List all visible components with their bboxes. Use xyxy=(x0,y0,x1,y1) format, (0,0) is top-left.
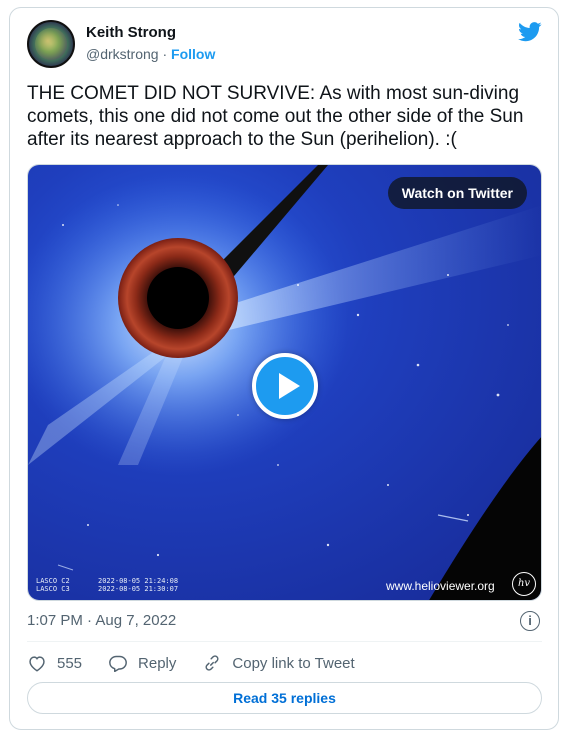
tweet-text: THE COMET DID NOT SURVIVE: As with most … xyxy=(27,83,524,150)
copy-link-label: Copy link to Tweet xyxy=(232,654,355,672)
instrument-label: LASCO C2 LASCO C3 xyxy=(36,577,70,593)
date-line: 2022-08-05 21:30:07 xyxy=(98,585,179,593)
divider xyxy=(27,641,542,642)
reply-bubble-icon xyxy=(109,655,127,672)
like-button[interactable]: 555 xyxy=(27,654,82,672)
author-handle[interactable]: @drkstrong xyxy=(86,46,159,62)
info-icon[interactable]: i xyxy=(520,611,540,631)
reply-button[interactable]: Reply xyxy=(108,654,176,672)
capture-dates: 2022-08-05 21:24:08 2022-08-05 21:30:07 xyxy=(98,577,178,593)
author-name[interactable]: Keith Strong xyxy=(86,24,176,41)
helioviewer-logo: hv xyxy=(512,572,536,596)
reply-label: Reply xyxy=(138,654,177,672)
avatar[interactable] xyxy=(27,20,75,68)
date-line: 2022-08-05 21:24:08 xyxy=(98,577,179,585)
link-icon xyxy=(205,655,219,671)
instrument-line: LASCO C3 xyxy=(36,585,70,593)
tweet-timestamp[interactable]: 1:07 PM · Aug 7, 2022 xyxy=(27,612,176,629)
like-count: 555 xyxy=(57,654,83,672)
follow-link[interactable]: Follow xyxy=(171,46,215,62)
read-replies-button[interactable]: Read 35 replies xyxy=(27,682,542,714)
play-button[interactable] xyxy=(252,353,318,419)
author-handle-row: @drkstrong · Follow xyxy=(86,46,215,62)
watch-on-twitter-button[interactable]: Watch on Twitter xyxy=(387,177,527,209)
handle-separator: · xyxy=(162,46,168,62)
copy-link-button[interactable]: Copy link to Tweet xyxy=(202,654,355,672)
tweet-card: Keith Strong @drkstrong · Follow THE COM… xyxy=(9,7,559,730)
action-bar: 555 Reply Copy link to Tweet xyxy=(27,652,381,674)
media-credit: www.helioviewer.org xyxy=(386,579,495,593)
heart-icon xyxy=(29,656,45,672)
instrument-line: LASCO C2 xyxy=(36,577,70,585)
twitter-bird-icon[interactable] xyxy=(518,22,542,42)
video-player[interactable]: Watch on Twitter LASCO C2 LASCO C3 2022-… xyxy=(27,164,542,601)
